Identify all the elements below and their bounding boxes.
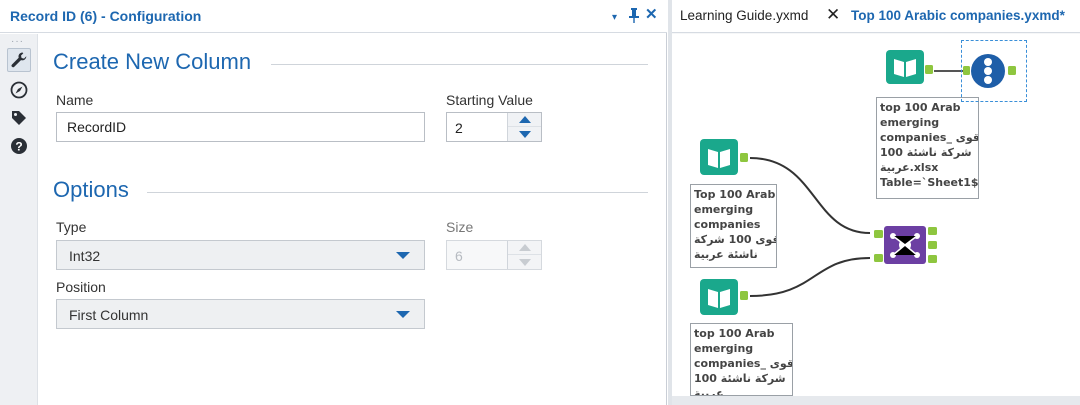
name-label: Name	[56, 92, 94, 108]
input-bottom-annotation: top 100 Arab emerging companies_ أقوى 10…	[690, 323, 793, 396]
position-selected-value: First Column	[69, 307, 149, 323]
stepper-buttons	[507, 241, 541, 269]
chevron-down-icon	[396, 311, 410, 318]
type-label: Type	[56, 219, 87, 235]
configuration-wrench-icon[interactable]	[7, 48, 31, 72]
tab-learning-guide[interactable]: Learning Guide.yxmd	[680, 8, 808, 23]
tag-icon[interactable]	[7, 106, 31, 130]
configuration-header: Record ID (6) - Configuration ▾ ✕	[0, 0, 667, 33]
stepper-buttons	[507, 113, 541, 141]
input-data-tool-top[interactable]	[884, 48, 936, 91]
document-tab-bar: Learning Guide.yxmd ✕ Top 100 Arabic com…	[672, 0, 1080, 33]
close-tab-icon[interactable]: ✕	[826, 5, 840, 25]
increment-button[interactable]	[508, 113, 541, 127]
workflow-canvas-area: Learning Guide.yxmd ✕ Top 100 Arabic com…	[668, 0, 1080, 405]
strip-grip-dots: ···	[11, 36, 24, 47]
input-data-tool-bottom[interactable]	[698, 277, 750, 324]
starting-value-display: 2	[455, 120, 463, 136]
section-divider	[271, 64, 648, 65]
type-selected-value: Int32	[69, 248, 101, 264]
chevron-down-icon	[396, 252, 410, 259]
input-middle-annotation: Top 100 Arab emerging companies أقوى 100…	[690, 184, 777, 268]
increment-button-disabled	[508, 241, 541, 255]
starting-value-stepper[interactable]: 2	[446, 112, 542, 142]
decrement-button[interactable]	[508, 127, 541, 141]
size-stepper: 6	[446, 240, 542, 270]
input-top-annotation: top 100 Arab emerging companies_ أقوى 10…	[876, 97, 979, 199]
position-select[interactable]: First Column	[56, 299, 425, 329]
size-label: Size	[446, 219, 474, 235]
section-title-options: Options	[53, 177, 129, 202]
canvas-horizontal-scrollbar[interactable]	[672, 396, 1080, 405]
join-tool[interactable]	[874, 222, 942, 273]
input-data-tool-middle[interactable]	[698, 137, 750, 184]
type-select[interactable]: Int32	[56, 240, 425, 270]
annotation-compass-icon[interactable]	[7, 78, 31, 102]
section-title-create-new-column: Create New Column	[53, 49, 252, 74]
section-divider	[147, 192, 648, 193]
pin-icon[interactable]	[628, 7, 640, 28]
svg-text:?: ?	[15, 140, 22, 154]
size-display: 6	[455, 248, 463, 264]
workflow-canvas[interactable]: top 100 Arab emerging companies_ أقوى 10…	[672, 34, 1080, 396]
decrement-button-disabled	[508, 255, 541, 269]
configuration-title: Record ID (6) - Configuration	[10, 8, 202, 24]
config-tool-strip: ··· ?	[0, 34, 38, 405]
panel-menu-dropdown-icon[interactable]: ▾	[612, 9, 617, 27]
position-label: Position	[56, 279, 106, 295]
help-icon[interactable]: ?	[7, 134, 31, 158]
tab-top-100-arabic-companies[interactable]: Top 100 Arabic companies.yxmd*	[851, 8, 1065, 23]
name-input[interactable]	[56, 112, 425, 142]
record-id-tool[interactable]	[961, 40, 1027, 102]
starting-value-label: Starting Value	[446, 92, 533, 108]
configuration-panel: Record ID (6) - Configuration ▾ ✕ ··· ? …	[0, 0, 667, 405]
close-panel-icon[interactable]: ✕	[645, 6, 658, 24]
